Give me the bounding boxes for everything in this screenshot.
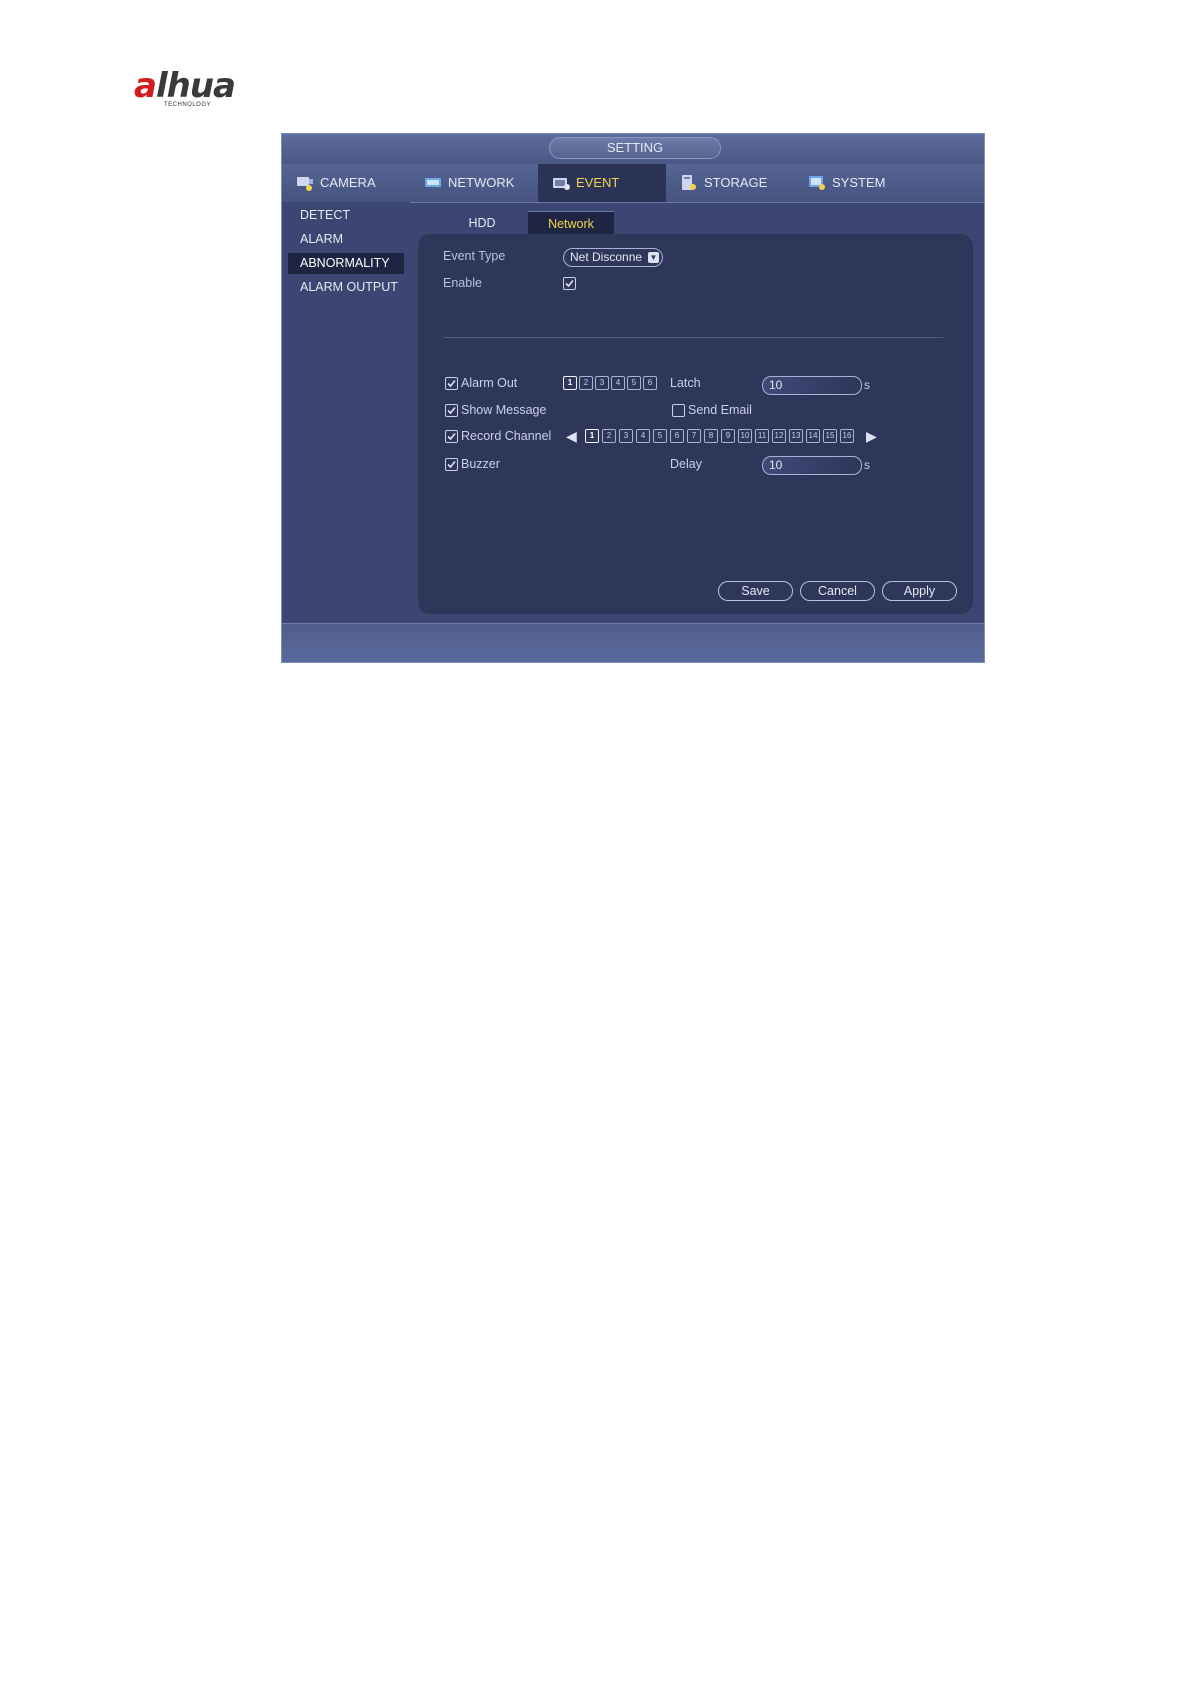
latch-unit: s [864, 378, 870, 392]
record-channel[interactable]: 7 [687, 429, 701, 443]
record-channel[interactable]: 15 [823, 429, 837, 443]
network-icon [424, 174, 444, 192]
tab-event[interactable]: EVENT [538, 164, 666, 202]
show-message-checkbox[interactable] [445, 404, 458, 417]
show-message-label: Show Message [461, 403, 547, 417]
event-icon [552, 174, 572, 192]
buzzer-checkbox[interactable] [445, 458, 458, 471]
tab-camera-label: CAMERA [320, 175, 376, 190]
alarm-out-channel[interactable]: 3 [595, 376, 609, 390]
main-nav: CAMERA NETWORK EVENT STORAGE SYSTEM [282, 164, 984, 203]
record-channel[interactable]: 9 [721, 429, 735, 443]
sidebar-item-detect[interactable]: DETECT [288, 205, 404, 226]
storage-icon [680, 174, 700, 192]
tab-camera[interactable]: CAMERA [282, 164, 410, 202]
send-email-checkbox[interactable] [672, 404, 685, 417]
record-channel-label: Record Channel [461, 429, 552, 443]
event-type-select[interactable]: Net Disconne ▼ [563, 248, 663, 267]
content-panel [418, 234, 973, 614]
tab-network-label: NETWORK [448, 175, 515, 190]
latch-input[interactable]: 10 [762, 376, 862, 395]
tab-storage[interactable]: STORAGE [666, 164, 794, 202]
dahua-logo: alhua TECHNOLOGY [134, 66, 274, 116]
section-divider [443, 337, 943, 338]
alarm-out-checkbox[interactable] [445, 377, 458, 390]
sidebar-item-abnormality[interactable]: ABNORMALITY [288, 253, 404, 274]
window-title: SETTING [549, 137, 721, 159]
record-channel[interactable]: 1 [585, 429, 599, 443]
cancel-button[interactable]: Cancel [800, 581, 875, 601]
delay-label: Delay [670, 457, 702, 471]
alarm-out-channel[interactable]: 2 [579, 376, 593, 390]
tab-system-label: SYSTEM [832, 175, 886, 190]
sidebar-item-alarm[interactable]: ALARM [288, 229, 404, 250]
buzzer-label: Buzzer [461, 457, 500, 471]
tab-network[interactable]: NETWORK [410, 164, 538, 202]
send-email-label: Send Email [688, 403, 752, 417]
settings-window: SETTING CAMERA NETWORK EVENT STORAGE SYS… [281, 133, 985, 663]
record-channel[interactable]: 6 [670, 429, 684, 443]
alarm-out-channel[interactable]: 6 [643, 376, 657, 390]
record-channel[interactable]: 14 [806, 429, 820, 443]
delay-input[interactable]: 10 [762, 456, 862, 475]
latch-label: Latch [670, 376, 701, 390]
delay-unit: s [864, 458, 870, 472]
subtab-hdd[interactable]: HDD [447, 211, 517, 235]
check-icon [447, 432, 456, 441]
record-channel-checkbox[interactable] [445, 430, 458, 443]
alarm-out-channels: 1 2 3 4 5 6 [563, 376, 657, 390]
chevron-left-icon[interactable]: ◀ [566, 428, 577, 445]
record-channel[interactable]: 4 [636, 429, 650, 443]
record-channel[interactable]: 2 [602, 429, 616, 443]
chevron-right-icon[interactable]: ▶ [866, 428, 877, 445]
title-bar: SETTING [282, 134, 984, 164]
check-icon [447, 379, 456, 388]
tab-system[interactable]: SYSTEM [794, 164, 922, 202]
alarm-out-channel[interactable]: 4 [611, 376, 625, 390]
alarm-out-channel[interactable]: 1 [563, 376, 577, 390]
alarm-out-channel[interactable]: 5 [627, 376, 641, 390]
system-icon [808, 174, 828, 192]
record-channel[interactable]: 10 [738, 429, 752, 443]
record-channel[interactable]: 5 [653, 429, 667, 443]
alarm-out-label: Alarm Out [461, 376, 518, 390]
record-channel[interactable]: 16 [840, 429, 854, 443]
event-type-label: Event Type [443, 249, 506, 263]
record-channel[interactable]: 8 [704, 429, 718, 443]
check-icon [447, 460, 456, 469]
save-button[interactable]: Save [718, 581, 793, 601]
enable-label: Enable [443, 276, 482, 290]
enable-checkbox[interactable] [563, 277, 576, 290]
bottom-bar [282, 623, 984, 662]
check-icon [447, 406, 456, 415]
event-type-value: Net Disconne [570, 250, 643, 264]
tab-event-label: EVENT [576, 175, 620, 190]
chevron-down-icon: ▼ [648, 252, 659, 263]
apply-button[interactable]: Apply [882, 581, 957, 601]
record-channel[interactable]: 12 [772, 429, 786, 443]
record-channel[interactable]: 3 [619, 429, 633, 443]
sidebar-item-alarm-output[interactable]: ALARM OUTPUT [288, 277, 404, 298]
logo-wordmark: alhua [134, 66, 236, 106]
camera-icon [296, 174, 316, 192]
record-channel[interactable]: 13 [789, 429, 803, 443]
check-icon [565, 279, 574, 288]
record-channels: 1 2 3 4 5 6 7 8 9 10 11 12 13 14 15 16 [585, 429, 854, 443]
tab-storage-label: STORAGE [704, 175, 768, 190]
subtab-network[interactable]: Network [528, 211, 614, 236]
record-channel[interactable]: 11 [755, 429, 769, 443]
logo-subtitle: TECHNOLOGY [164, 102, 212, 108]
